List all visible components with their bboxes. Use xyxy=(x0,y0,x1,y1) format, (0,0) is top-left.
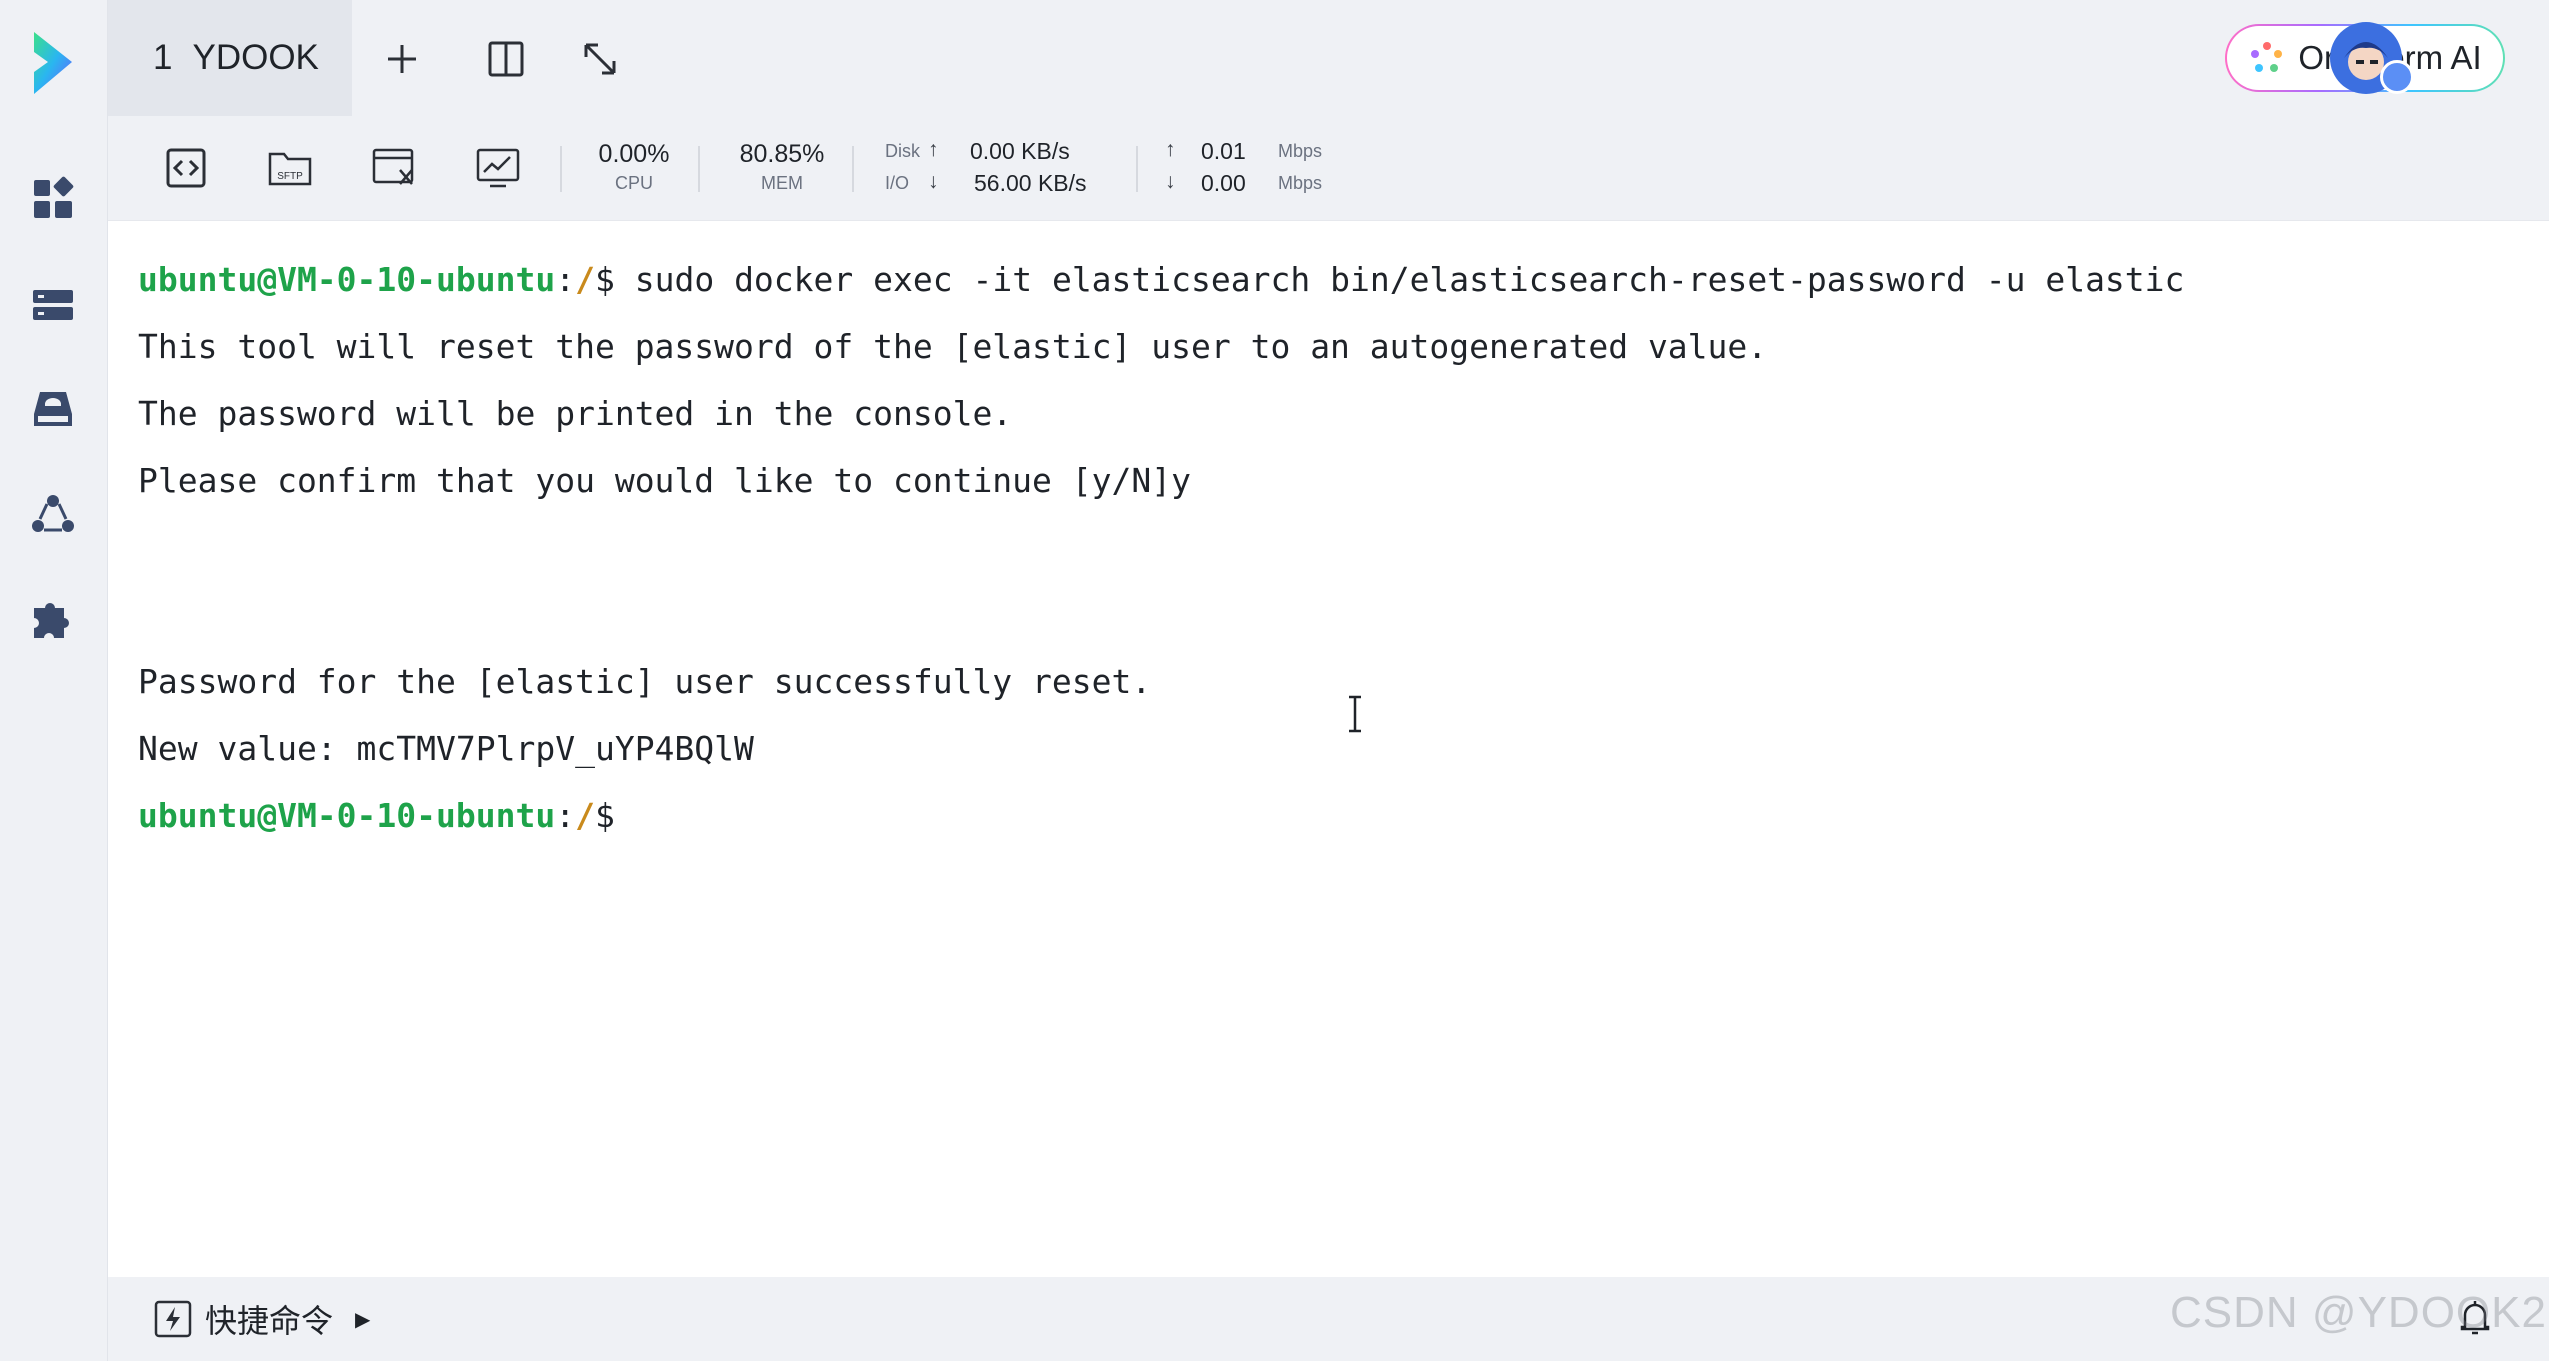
prompt-symbol: $ xyxy=(594,796,615,835)
net-up-arrow-icon: ↑ xyxy=(1165,138,1176,161)
prompt-colon: : xyxy=(555,796,576,835)
system-monitor-button[interactable] xyxy=(470,140,526,196)
code-editor-button[interactable] xyxy=(158,140,214,196)
disk-read-value: 0.00 KB/s xyxy=(970,138,1070,164)
play-icon: ▶ xyxy=(355,1308,371,1331)
net-down-value: 0.00 xyxy=(1201,170,1246,196)
divider xyxy=(560,146,562,192)
mem-stat: 80.85% MEM xyxy=(724,140,840,194)
quick-commands-button[interactable]: 快捷命令 ▶ xyxy=(153,1297,370,1341)
expand-icon xyxy=(584,43,616,75)
disk-read-arrow-icon: ↑ xyxy=(928,138,939,161)
tab-label: YDOOK xyxy=(192,38,319,77)
terminal-output-line: This tool will reset the password of the… xyxy=(138,327,1768,366)
vscode-button[interactable] xyxy=(366,140,422,196)
avatar-status-badge xyxy=(2380,60,2414,94)
monitor-chart-icon xyxy=(476,148,520,188)
terminal-output[interactable]: ubuntu@VM-0-10-ubuntu:/$ sudo docker exe… xyxy=(108,222,2549,1277)
sidebar-item-network[interactable] xyxy=(24,486,82,544)
sidebar-item-storage[interactable] xyxy=(24,380,82,438)
watermark-text: CSDN @YDOOK2 xyxy=(2170,1288,2547,1337)
monitor-bar: SFTP 0.00% CPU 80.85% MEM Disk I/O ↑ ↓ 0… xyxy=(108,116,2549,221)
left-sidebar xyxy=(0,0,108,1361)
net-up-unit: Mbps xyxy=(1278,141,1323,161)
disk-write-value: 56.00 KB/s xyxy=(974,170,1087,196)
dashboard-icon xyxy=(34,176,74,218)
network-icon xyxy=(32,495,74,532)
plugin-icon xyxy=(34,603,69,638)
sftp-folder-icon: SFTP xyxy=(268,152,312,186)
top-bar: 1 YDOOK OrcaTerm AI xyxy=(108,0,2549,116)
code-icon xyxy=(166,148,206,188)
disk-label: Disk xyxy=(885,141,920,161)
terminal-output-line: The password will be printed in the cons… xyxy=(138,394,1013,433)
net-down-arrow-icon: ↓ xyxy=(1165,170,1176,193)
cpu-label: CPU xyxy=(614,173,653,193)
terminal-prompt-line: ubuntu@VM-0-10-ubuntu:/$ xyxy=(138,796,615,835)
mem-label: MEM xyxy=(761,173,803,193)
prompt-user: ubuntu@VM-0-10-ubuntu xyxy=(138,796,556,835)
split-screen-icon xyxy=(488,41,524,77)
server-list-icon xyxy=(33,290,73,320)
net-up-value: 0.01 xyxy=(1201,138,1246,164)
sftp-button[interactable]: SFTP xyxy=(262,140,318,196)
app-logo-icon xyxy=(34,32,72,94)
terminal-output-line: Password for the [elastic] user successf… xyxy=(138,662,1152,701)
command-text: sudo docker exec -it elasticsearch bin/e… xyxy=(614,260,2185,299)
terminal-output-line: New value: mcTMV7PlrpV_uYP4BQlW xyxy=(138,729,754,768)
prompt-path: / xyxy=(575,796,595,835)
lightning-icon xyxy=(154,1300,192,1338)
sidebar-item-plugins[interactable] xyxy=(24,590,82,648)
plus-icon xyxy=(388,45,416,73)
cpu-value: 0.00% xyxy=(598,140,670,168)
ai-sparkle-icon xyxy=(2251,42,2283,72)
new-tab-button[interactable] xyxy=(373,30,431,88)
mem-value: 80.85% xyxy=(739,140,825,168)
io-label: I/O xyxy=(885,173,910,193)
quick-commands-label: 快捷命令 xyxy=(205,1303,334,1339)
sidebar-item-servers[interactable] xyxy=(24,276,82,334)
divider xyxy=(1136,146,1138,192)
net-down-unit: Mbps xyxy=(1278,173,1323,193)
terminal-command-line: ubuntu@VM-0-10-ubuntu:/$ sudo docker exe… xyxy=(138,260,2184,299)
storage-icon xyxy=(34,392,72,426)
prompt-colon: : xyxy=(555,260,576,299)
window-code-icon xyxy=(372,148,414,185)
fullscreen-button[interactable] xyxy=(571,30,629,88)
tab-number: 1 xyxy=(153,38,173,77)
divider xyxy=(852,146,854,192)
split-view-button[interactable] xyxy=(477,30,535,88)
svg-text:SFTP: SFTP xyxy=(277,171,303,182)
prompt-symbol: $ xyxy=(594,260,615,299)
divider xyxy=(698,146,700,192)
disk-write-arrow-icon: ↓ xyxy=(928,170,939,193)
tab-ydook[interactable]: 1 YDOOK xyxy=(108,0,352,116)
prompt-user: ubuntu@VM-0-10-ubuntu xyxy=(138,260,556,299)
cpu-stat: 0.00% CPU xyxy=(586,140,682,194)
terminal-output-line: Please confirm that you would like to co… xyxy=(138,461,1191,500)
prompt-path: / xyxy=(575,260,595,299)
text-cursor-icon xyxy=(1349,695,1361,733)
sidebar-item-dashboard[interactable] xyxy=(24,170,82,228)
